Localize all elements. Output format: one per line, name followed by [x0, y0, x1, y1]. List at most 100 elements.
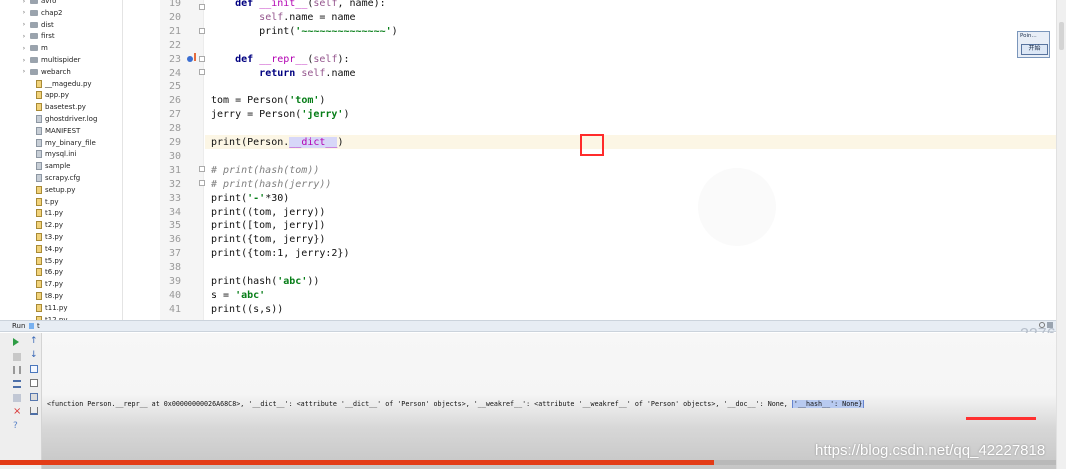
close-icon[interactable]: × [13, 407, 21, 417]
folder-icon [30, 21, 38, 28]
code-line[interactable]: def __repr__(self): [211, 53, 1056, 67]
code-line[interactable]: print(Person.__dict__) [211, 136, 1056, 150]
code-line[interactable]: print('-'*30) [211, 192, 1056, 206]
chevron-right-icon[interactable]: › [20, 0, 28, 5]
tree-item[interactable]: t6.py [30, 266, 63, 278]
tree-item-label: mysql.ini [45, 150, 77, 159]
line-number: 30 [168, 150, 181, 162]
tree-item[interactable]: › dist [20, 19, 54, 31]
tree-item[interactable]: setup.py [30, 184, 75, 196]
code-line[interactable]: s = 'abc' [211, 289, 1056, 303]
clear-output-icon[interactable] [30, 407, 38, 415]
chevron-right-icon[interactable]: › [20, 21, 28, 28]
method-override-icon[interactable] [187, 56, 193, 62]
code-line[interactable]: print({tom:1, jerry:2}) [211, 247, 1056, 261]
print-icon[interactable] [30, 393, 38, 401]
run-icon[interactable] [13, 338, 19, 346]
tree-item[interactable]: app.py [30, 89, 69, 101]
code-line[interactable]: tom = Person('tom') [211, 94, 1056, 108]
tree-item[interactable]: MANIFEST [30, 125, 80, 137]
tree-item[interactable]: t2.py [30, 219, 63, 231]
code-line[interactable]: print([tom, jerry]) [211, 219, 1056, 233]
tree-item[interactable]: › webarch [20, 66, 71, 78]
code-line[interactable]: jerry = Person('jerry') [211, 108, 1056, 122]
stop-icon[interactable] [13, 353, 21, 361]
tree-item[interactable]: t.py [30, 196, 59, 208]
tree-item[interactable]: t1.py [30, 207, 63, 219]
file-icon [36, 162, 42, 171]
code-line[interactable]: self.name = name [211, 11, 1056, 25]
code-editor[interactable]: def __init__(self, name): self.name = na… [205, 0, 1056, 320]
tree-item[interactable]: › m [20, 42, 48, 54]
code-line[interactable] [211, 80, 1056, 94]
tree-item[interactable]: sample [30, 160, 70, 172]
tree-item-label: scrapy.cfg [45, 174, 81, 182]
tree-item[interactable]: __magedu.py [30, 78, 92, 90]
tree-item[interactable]: t3.py [30, 231, 63, 243]
tree-item[interactable]: › multispider [20, 54, 81, 66]
tree-item[interactable]: t5.py [30, 255, 63, 267]
soft-wrap-icon[interactable] [30, 365, 38, 373]
code-line[interactable]: print({tom, jerry}) [211, 233, 1056, 247]
tree-item[interactable]: mysql.ini [30, 148, 77, 160]
file-icon [36, 150, 42, 159]
folder-icon [30, 57, 38, 63]
code-line[interactable] [211, 122, 1056, 136]
chevron-right-icon[interactable]: › [20, 9, 28, 16]
tree-item[interactable]: › chap2 [20, 7, 63, 19]
editor-scrollbar[interactable] [1056, 0, 1066, 469]
restore-layout-icon[interactable] [13, 380, 21, 388]
tree-item[interactable]: scrapy.cfg [30, 172, 80, 184]
start-button[interactable]: 开始 [1021, 44, 1048, 55]
tree-item[interactable]: t4.py [30, 243, 63, 255]
tree-item[interactable]: t11.py [30, 302, 67, 314]
scrollbar-thumb[interactable] [1059, 22, 1064, 50]
code-line[interactable]: print((tom, jerry)) [211, 206, 1056, 220]
code-token: self [313, 0, 338, 9]
code-token: 'abc' [235, 289, 266, 301]
code-line[interactable] [211, 39, 1056, 53]
code-line[interactable]: print(hash('abc')) [211, 275, 1056, 289]
code-token: 'abc' [277, 276, 308, 287]
code-token: )) [307, 276, 320, 287]
scroll-end-icon[interactable] [30, 379, 38, 387]
tree-item[interactable]: t8.py [30, 290, 63, 302]
chevron-right-icon[interactable]: › [20, 68, 28, 75]
code-line[interactable] [211, 150, 1056, 164]
down-arrow-icon[interactable]: ↓ [30, 351, 38, 360]
chevron-right-icon[interactable]: › [20, 33, 28, 40]
code-token: tom = Person( [211, 95, 290, 107]
file-icon [36, 115, 42, 123]
python-file-icon [36, 256, 42, 265]
code-line[interactable]: # print(hash(jerry)) [211, 178, 1056, 192]
tree-item[interactable]: t7.py [30, 278, 63, 290]
pin-icon[interactable] [13, 394, 21, 402]
code-line[interactable]: print('~~~~~~~~~~~~~~') [211, 25, 1056, 39]
up-arrow-icon[interactable]: ↑ [30, 337, 38, 346]
video-progress-bar[interactable] [0, 460, 1056, 465]
code-line[interactable]: # print(hash(tom)) [211, 164, 1056, 178]
pause-icon[interactable] [13, 366, 21, 374]
code-line[interactable]: def __init__(self, name): [211, 0, 1056, 11]
point-window[interactable]: Poin... 开始 [1017, 31, 1050, 58]
tree-item[interactable]: basetest.py [30, 101, 86, 113]
tree-item[interactable]: ghostdriver.log [30, 113, 97, 125]
code-token: self [313, 53, 338, 65]
tree-item-label: webarch [41, 67, 71, 76]
code-line[interactable] [211, 261, 1056, 275]
tree-item[interactable]: my_binary_file [30, 137, 96, 149]
chevron-right-icon[interactable]: › [20, 57, 28, 64]
code-line[interactable]: print((s,s)) [211, 303, 1056, 317]
run-label[interactable]: Run [12, 322, 25, 330]
help-icon[interactable]: ? [13, 422, 21, 431]
code-line[interactable]: return self.name [211, 67, 1056, 81]
run-tab-label[interactable]: t [37, 322, 40, 330]
line-number: 19 [168, 0, 181, 9]
tree-item[interactable]: › first [20, 30, 55, 42]
line-number: 36 [168, 234, 181, 246]
chevron-right-icon[interactable]: › [20, 45, 28, 52]
annotation-underline [966, 417, 1036, 420]
code-token: ) [343, 109, 350, 121]
python-file-icon [36, 280, 42, 289]
